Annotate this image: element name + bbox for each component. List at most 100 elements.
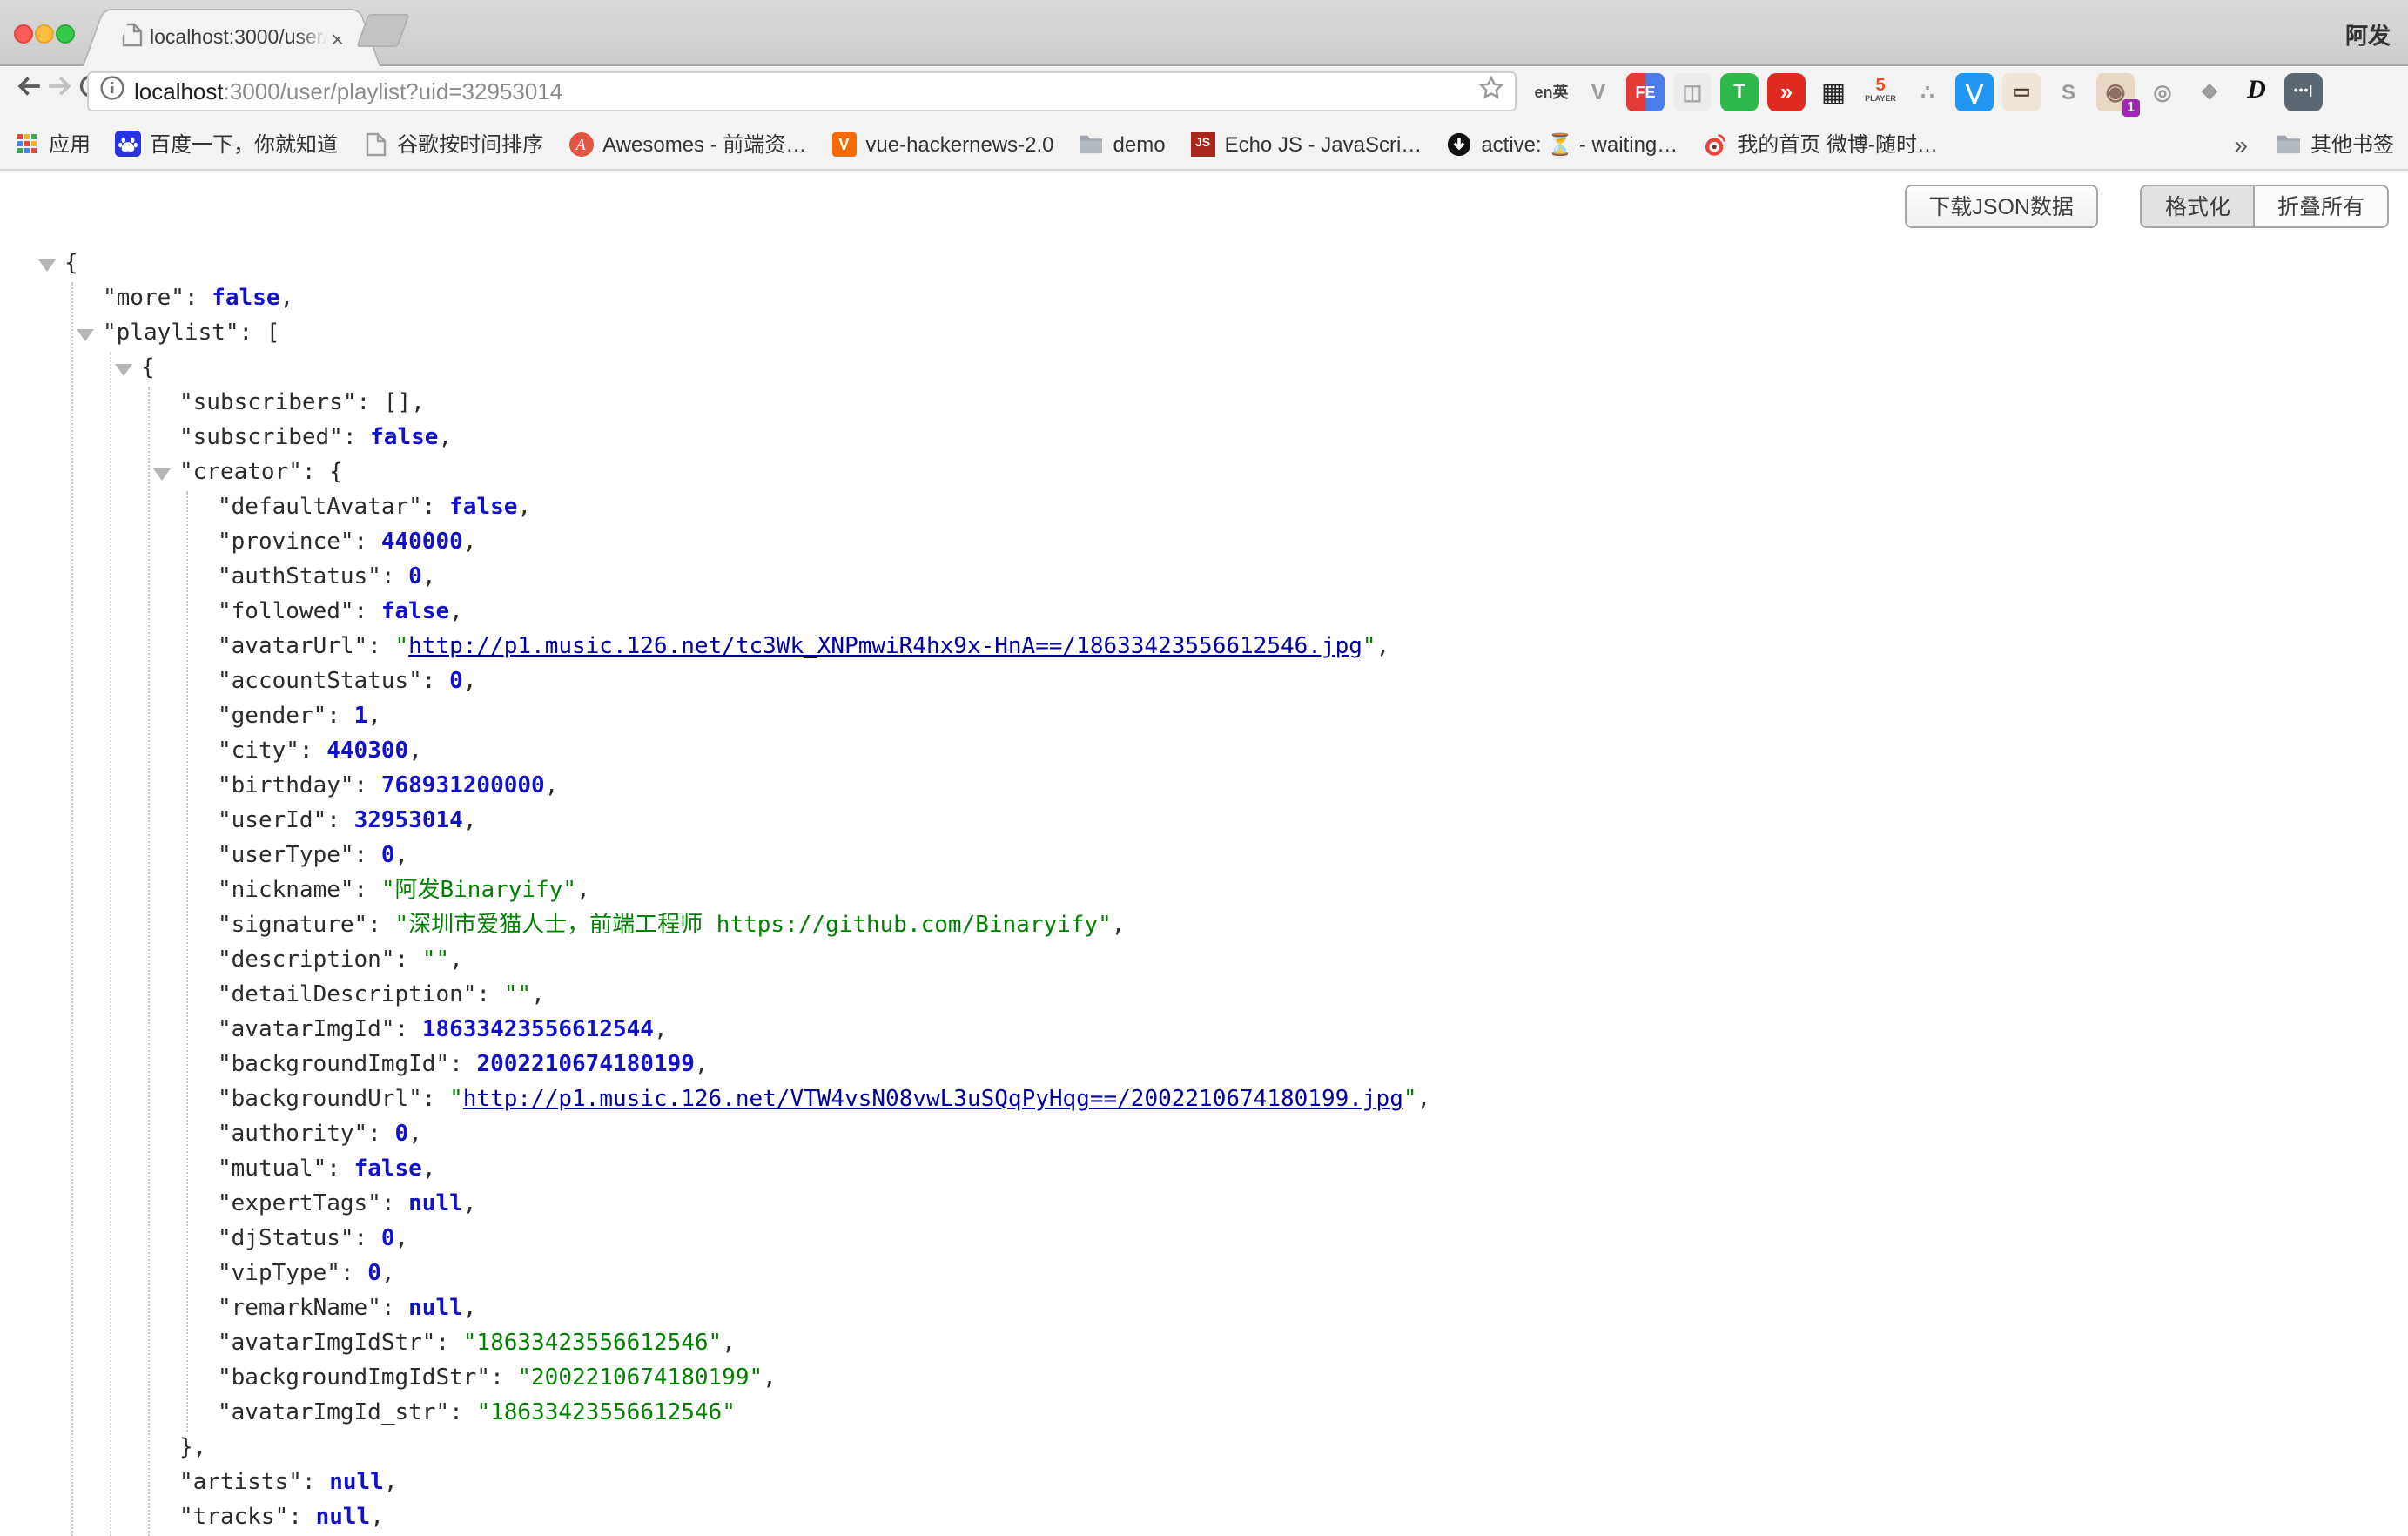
json-line: "mutual": false, [0, 1153, 2408, 1188]
json-key: "artists": [179, 1470, 329, 1496]
json-line: }, [0, 1432, 2408, 1466]
sitemap-extension-icon[interactable]: ◫ [1673, 72, 1712, 111]
json-comma: , [438, 425, 452, 451]
tab-strip: localhost:3000/user/playlist?u × 阿发 [0, 0, 2408, 66]
browser-window: localhost:3000/user/playlist?u × 阿发 [0, 0, 2408, 1527]
json-key: "userType": [218, 843, 381, 869]
zoom-window-icon[interactable] [56, 24, 75, 44]
json-comma: , [395, 1226, 409, 1252]
video-downloader-extension-icon[interactable]: ⋁ [1955, 72, 1994, 111]
json-value: 0 [395, 1122, 409, 1148]
other-bookmarks-button[interactable]: 其他书签 [2276, 129, 2394, 158]
json-value: "" [422, 947, 449, 973]
download-json-button[interactable]: 下载JSON数据 [1904, 185, 2098, 228]
json-value: 440300 [326, 738, 408, 765]
close-window-icon[interactable] [14, 24, 33, 44]
json-line: "userId": 32953014, [0, 805, 2408, 839]
collapse-all-button[interactable]: 折叠所有 [2253, 185, 2389, 228]
vue-devtools-extension-icon[interactable]: V [1579, 72, 1618, 111]
json-key: "city": [218, 738, 326, 765]
json-line: "signature": "深圳市爱猫人士，前端工程师 https://gith… [0, 909, 2408, 944]
json-value: 0 [449, 669, 463, 695]
json-comma: , [463, 1296, 477, 1322]
forward-button[interactable] [45, 71, 77, 103]
json-key: "avatarImgId_str": [218, 1400, 476, 1426]
browser-tab[interactable]: localhost:3000/user/playlist?u × [111, 9, 352, 66]
json-key: "djStatus": [218, 1226, 381, 1252]
json-value: null [408, 1191, 463, 1217]
bookmark-label: Awesomes - 前端资… [602, 129, 806, 158]
json-comma: , [381, 1261, 395, 1287]
json-comma: , [654, 1017, 668, 1043]
s-extension-icon[interactable]: S [2049, 72, 2088, 111]
format-button[interactable]: 格式化 [2141, 185, 2253, 228]
json-key: "creator": [179, 460, 329, 486]
html5-player-extension-icon[interactable]: 5PLAYER [1861, 72, 1900, 111]
fehelper-extension-icon[interactable]: FE [1626, 72, 1665, 111]
back-button[interactable] [14, 71, 45, 103]
json-value: 1 [354, 704, 368, 730]
weibo-extension-icon[interactable]: ◎ [2143, 72, 2182, 111]
bookmark-item[interactable]: 应用 [14, 129, 91, 158]
bookmark-item[interactable]: 我的首页 微博-随时… [1702, 129, 1938, 158]
json-viewer: {"more": false,"playlist": [{"subscriber… [0, 247, 2408, 1536]
json-value: 32953014 [354, 808, 463, 834]
json-key: "authority": [218, 1122, 395, 1148]
json-link[interactable]: http://p1.music.126.net/tc3Wk_XNPmwiR4hx… [408, 634, 1362, 660]
paw-extension-icon[interactable]: ∴ [1908, 72, 1947, 111]
json-line: "province": 440000, [0, 526, 2408, 561]
apps-grid-icon [14, 131, 40, 157]
bookmark-label: demo [1113, 131, 1166, 156]
json-line: "remarkName": null, [0, 1292, 2408, 1327]
collapse-arrow-icon[interactable] [38, 259, 56, 272]
page-favicon-icon [122, 22, 143, 55]
qrcode-extension-icon[interactable]: ▦ [1814, 72, 1853, 111]
profile-name[interactable]: 阿发 [2345, 17, 2391, 51]
tab-title: localhost:3000/user/playlist?u [150, 28, 327, 49]
minimize-window-icon[interactable] [35, 24, 54, 44]
mask-extension-icon[interactable]: ▭ [2002, 72, 2041, 111]
dash-extension-icon[interactable]: D [2237, 72, 2276, 111]
collapse-arrow-icon[interactable] [153, 468, 171, 481]
json-comma: , [384, 1470, 398, 1496]
json-key: "remarkName": [218, 1296, 408, 1322]
bookmark-item[interactable]: 谷歌按时间排序 [362, 129, 543, 158]
url-input[interactable]: localhost:3000/user/playlist?uid=3295301… [87, 71, 1517, 111]
bookmark-label: 我的首页 微博-随时… [1737, 129, 1938, 158]
bookmarks-overflow-icon[interactable]: » [2234, 130, 2248, 158]
page-info-icon[interactable] [99, 74, 125, 109]
json-comma: , [408, 738, 422, 765]
shield-t-extension-icon[interactable]: T [1720, 72, 1759, 111]
bookmark-item[interactable]: Vvue-hackernews-2.0 [831, 131, 1053, 157]
bookmark-label: Echo JS - JavaScri… [1225, 131, 1423, 156]
json-value: 0 [408, 564, 422, 590]
fastforward-extension-icon[interactable]: » [1767, 72, 1806, 111]
json-line: "backgroundImgId": 2002210674180199, [0, 1048, 2408, 1083]
baidu-paw-icon [115, 131, 141, 157]
json-key: "signature": [218, 913, 395, 939]
bookmark-item[interactable]: JSEcho JS - JavaScri… [1190, 131, 1423, 157]
bookmark-item[interactable]: active: ⏳ - waiting… [1446, 131, 1678, 157]
collapse-arrow-icon[interactable] [115, 364, 132, 376]
bird-extension-icon[interactable]: ❖ [2190, 72, 2229, 111]
json-value: null [329, 1470, 384, 1496]
json-key: "avatarImgIdStr": [218, 1331, 463, 1357]
tab-close-icon[interactable]: × [331, 27, 344, 50]
onepassword-extension-icon[interactable]: •••| [2284, 72, 2323, 111]
new-tab-button[interactable] [356, 14, 410, 47]
other-bookmarks-label: 其他书签 [2310, 129, 2394, 158]
json-key: "backgroundImgIdStr": [218, 1365, 517, 1391]
bookmark-star-icon[interactable] [1478, 74, 1504, 109]
bookmark-item[interactable]: demo [1079, 131, 1166, 157]
bookmark-item[interactable]: AAwesomes - 前端资… [568, 129, 806, 158]
json-value: 0 [381, 843, 395, 869]
json-key: "subscribed": [179, 425, 370, 451]
bookmark-item[interactable]: 百度一下，你就知道 [115, 129, 338, 158]
json-link[interactable]: http://p1.music.126.net/VTW4vsN08vwL3uSQ… [463, 1087, 1403, 1113]
collapse-arrow-icon[interactable] [77, 329, 94, 341]
bookmarks-bar: 应用百度一下，你就知道谷歌按时间排序 AAwesomes - 前端资… Vvue-h… [0, 118, 2408, 171]
extensions-row: en英VFE◫T»▦5PLAYER∴⋁▭S◉1◎❖D•••| [1532, 71, 2323, 111]
tampermonkey-extension-icon[interactable]: ◉1 [2096, 72, 2135, 111]
json-line: { [0, 247, 2408, 282]
translate-extension-icon[interactable]: en英 [1532, 72, 1571, 111]
